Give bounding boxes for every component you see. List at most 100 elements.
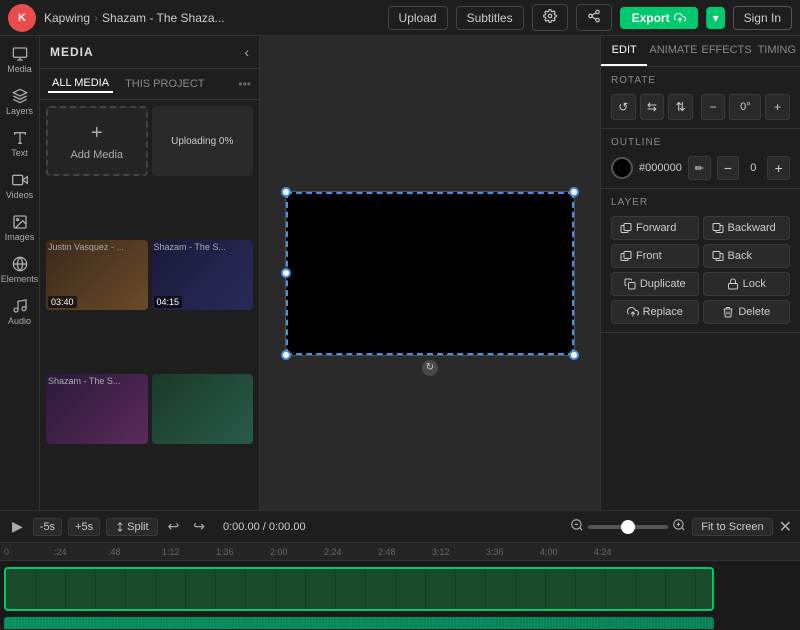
layer-section: LAYER Forward Backward Front Back <box>601 189 800 333</box>
sidebar-item-text[interactable]: Text <box>2 124 38 164</box>
skip-forward-button[interactable]: +5s <box>68 518 100 536</box>
outline-value: 0 <box>745 162 761 174</box>
gear-icon <box>543 9 557 23</box>
zoom-controls <box>570 518 686 535</box>
add-media-button[interactable]: + Add Media <box>46 106 148 176</box>
list-item[interactable] <box>152 374 254 504</box>
outline-color-swatch[interactable] <box>611 157 633 179</box>
share-button[interactable] <box>576 4 612 31</box>
delete-button[interactable]: Delete <box>703 300 791 324</box>
audio-icon <box>12 298 28 314</box>
back-button[interactable]: Back <box>703 244 791 268</box>
rotate-plus-button[interactable]: + <box>765 94 790 120</box>
total-time: 0:00.00 <box>269 521 306 533</box>
timeline-close-button[interactable]: ✕ <box>779 517 792 537</box>
sign-in-button[interactable]: Sign In <box>733 6 792 30</box>
settings-button[interactable] <box>532 4 568 31</box>
outline-plus-button[interactable]: + <box>767 156 790 180</box>
export-dropdown-button[interactable]: ▾ <box>706 7 725 29</box>
split-button[interactable]: Split <box>106 518 157 536</box>
handle-top-right[interactable] <box>569 187 579 197</box>
rotate-handle[interactable]: ↻ <box>422 360 438 376</box>
brand-name: Kapwing <box>44 11 90 25</box>
project-name: Shazam - The Shaza... <box>102 11 225 25</box>
outline-minus-button[interactable]: − <box>717 156 740 180</box>
delete-label: Delete <box>738 306 770 318</box>
sidebar-item-media[interactable]: Media <box>2 40 38 80</box>
handle-bottom-left[interactable] <box>281 350 291 360</box>
audio-track[interactable] <box>4 617 714 629</box>
tab-animate[interactable]: ANIMATE <box>647 36 699 66</box>
rotate-minus-button[interactable]: − <box>701 94 726 120</box>
sidebar-label-text: Text <box>11 148 28 158</box>
undo-button[interactable]: ↩ <box>164 516 184 537</box>
lock-button[interactable]: Lock <box>703 272 791 296</box>
flip-vertical-button[interactable]: ⇅ <box>668 94 693 120</box>
delete-icon <box>722 306 734 318</box>
tab-this-project[interactable]: THIS PROJECT <box>121 76 208 92</box>
list-item[interactable]: Shazam - The S... <box>46 374 148 504</box>
rotate-input[interactable] <box>729 94 761 120</box>
forward-button[interactable]: Forward <box>611 216 699 240</box>
timeline: ▶ -5s +5s Split ↩ ↪ 0:00.00 / 0:00.00 Fi… <box>0 510 800 630</box>
back-label: Back <box>728 250 752 262</box>
rotate-ccw-button[interactable]: ↺ <box>611 94 636 120</box>
main-area: Media Layers Text Videos Images Elements… <box>0 36 800 510</box>
tab-all-media[interactable]: ALL MEDIA <box>48 75 113 93</box>
topbar-actions: Upload Subtitles Export ▾ Sign In <box>388 4 792 31</box>
left-sidebar: Media Layers Text Videos Images Elements… <box>0 36 40 510</box>
ruler-mark: 0 <box>4 547 9 557</box>
front-button[interactable]: Front <box>611 244 699 268</box>
topbar: K Kapwing › Shazam - The Shaza... Upload… <box>0 0 800 36</box>
duplicate-button[interactable]: Duplicate <box>611 272 699 296</box>
tab-effects[interactable]: EFFECTS <box>699 36 753 66</box>
replace-button[interactable]: Replace <box>611 300 699 324</box>
tab-more-options[interactable]: ••• <box>238 77 251 91</box>
sidebar-item-layers[interactable]: Layers <box>2 82 38 122</box>
outline-edit-button[interactable]: ✏ <box>688 156 711 180</box>
backward-icon <box>712 222 724 234</box>
zoom-in-button[interactable] <box>672 518 686 535</box>
uploading-item: Uploading 0% <box>152 106 254 176</box>
flip-horizontal-button[interactable]: ⇆ <box>640 94 665 120</box>
lock-icon <box>727 278 739 290</box>
skip-back-button[interactable]: -5s <box>33 518 62 536</box>
canvas-wrapper: ↻ <box>285 191 575 356</box>
sidebar-item-audio[interactable]: Audio <box>2 292 38 332</box>
zoom-slider[interactable] <box>588 525 668 529</box>
back-icon <box>712 250 724 262</box>
list-item[interactable]: 04:15 Shazam - The S... <box>152 240 254 370</box>
outline-color-label: #000000 <box>639 162 682 174</box>
ruler-mark: 1:12 <box>162 547 180 557</box>
layer-buttons: Forward Backward Front Back <box>611 216 790 268</box>
upload-label: Uploading 0% <box>171 136 233 147</box>
duplicate-icon <box>624 278 636 290</box>
tab-timing[interactable]: TIMING <box>754 36 800 66</box>
handle-middle-left[interactable] <box>281 268 291 278</box>
sidebar-item-videos[interactable]: Videos <box>2 166 38 206</box>
upload-button[interactable]: Upload <box>388 6 448 30</box>
tab-edit[interactable]: EDIT <box>601 36 647 66</box>
zoom-out-button[interactable] <box>570 518 584 535</box>
fit-to-screen-button[interactable]: Fit to Screen <box>692 518 772 536</box>
sidebar-item-elements[interactable]: Elements <box>2 250 38 290</box>
export-button[interactable]: Export <box>620 7 698 29</box>
list-item[interactable]: 03:40 Justin Vasquez - ... <box>46 240 148 370</box>
handle-top-left[interactable] <box>281 187 291 197</box>
duplicate-label: Duplicate <box>640 278 686 290</box>
lock-label: Lock <box>743 278 766 290</box>
handle-bottom-right[interactable] <box>569 350 579 360</box>
media-panel-collapse-button[interactable]: ‹ <box>244 44 249 60</box>
subtitles-button[interactable]: Subtitles <box>456 6 524 30</box>
redo-button[interactable]: ↪ <box>189 516 209 537</box>
backward-button[interactable]: Backward <box>703 216 791 240</box>
play-button[interactable]: ▶ <box>8 516 27 537</box>
ruler-mark: 1:36 <box>216 547 234 557</box>
sidebar-item-images[interactable]: Images <box>2 208 38 248</box>
rotate-controls: ↺ ⇆ ⇅ − + <box>611 94 790 120</box>
video-track[interactable] <box>4 567 714 611</box>
right-panel: EDIT ANIMATE EFFECTS TIMING ROTATE ↺ ⇆ ⇅… <box>600 36 800 510</box>
rotate-section: ROTATE ↺ ⇆ ⇅ − + <box>601 67 800 129</box>
canvas[interactable] <box>285 191 575 356</box>
outline-section: OUTLINE #000000 ✏ − 0 + <box>601 129 800 189</box>
